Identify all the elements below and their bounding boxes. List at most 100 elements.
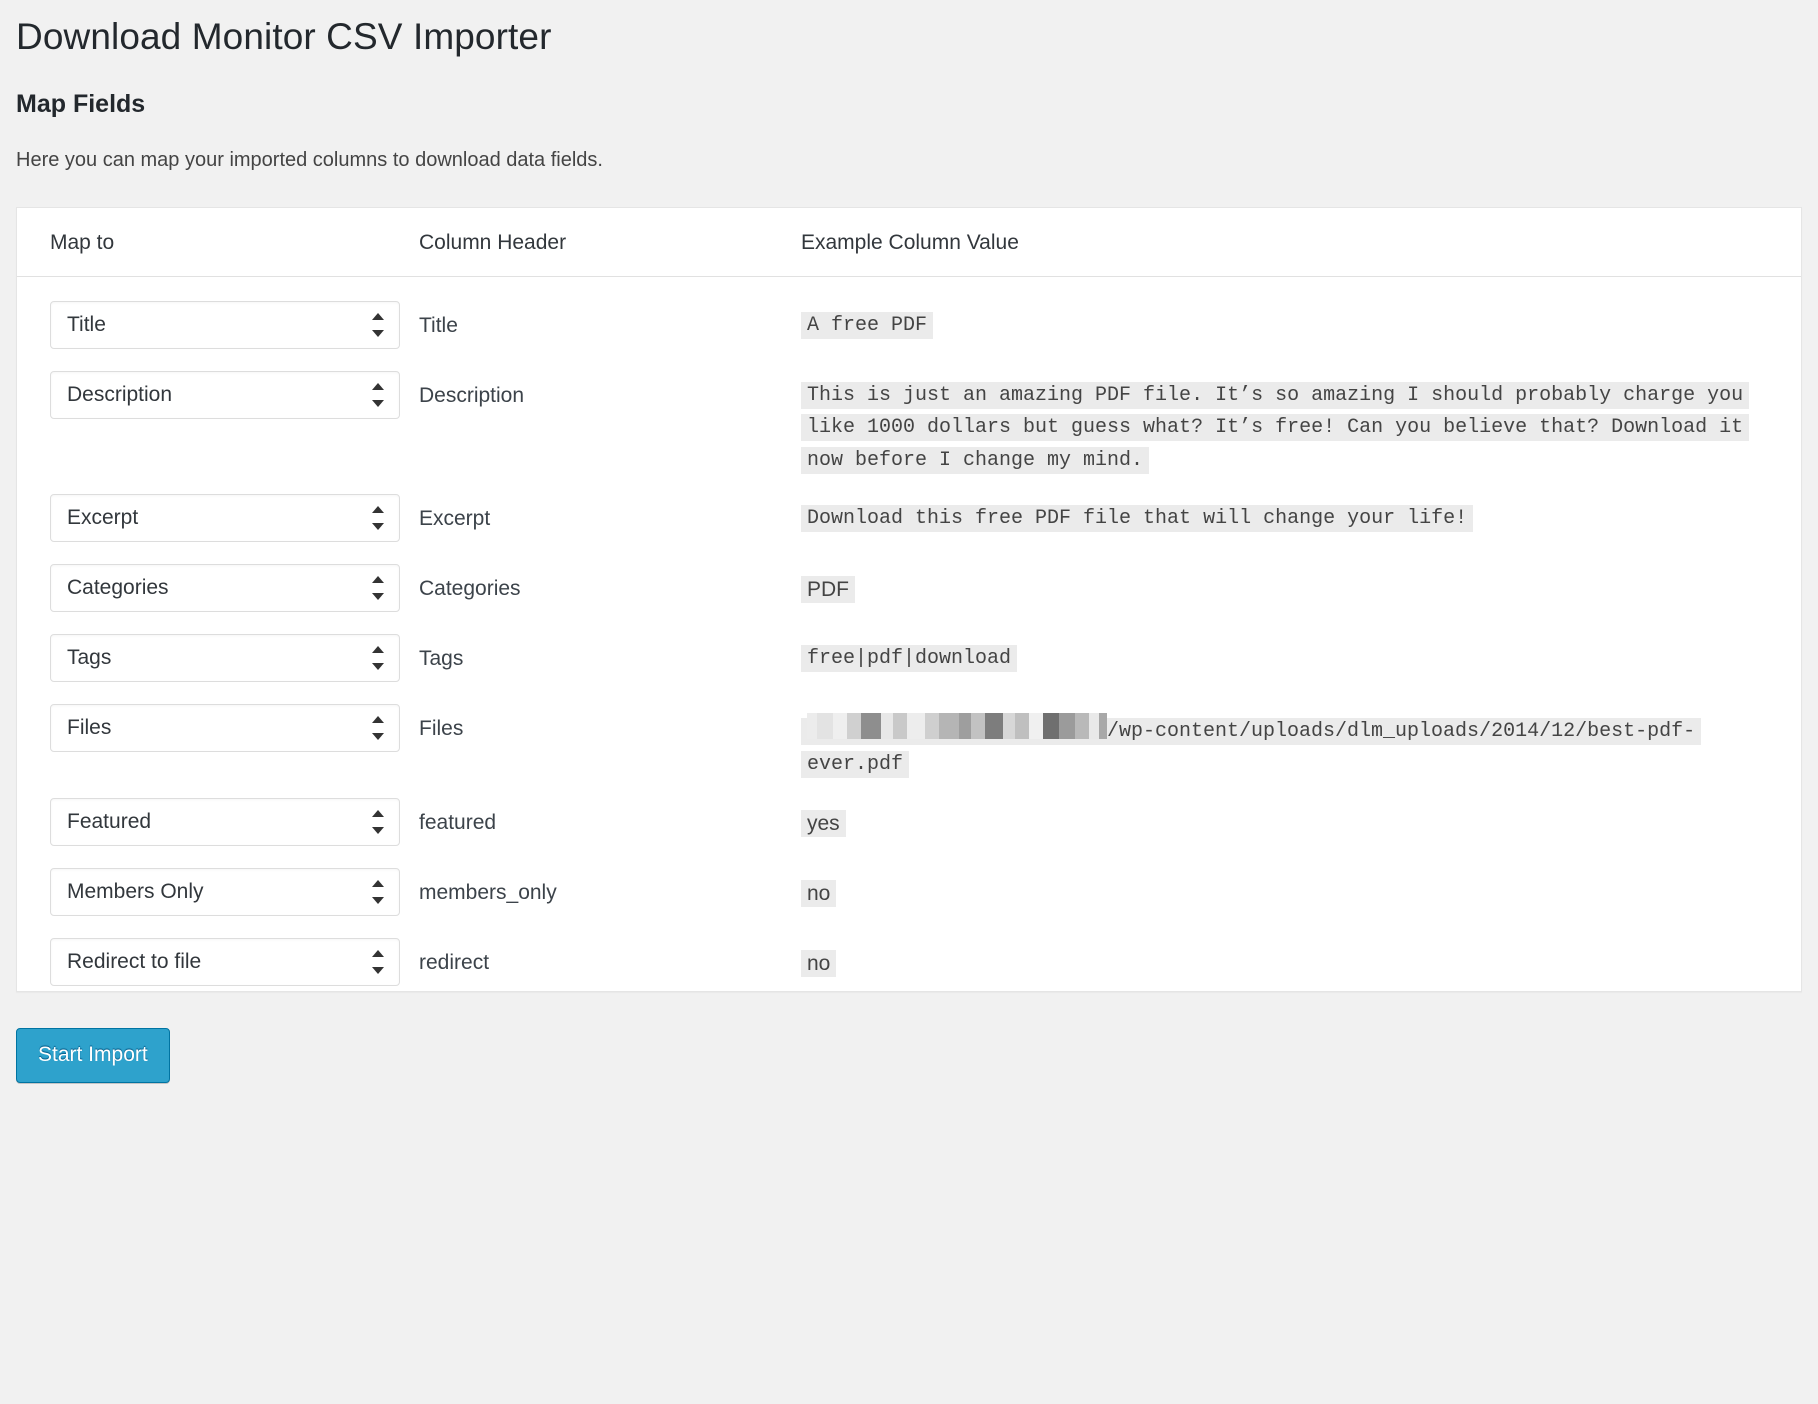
cell-map-to: Categories <box>17 547 419 617</box>
select-updown-arrows-icon <box>372 809 384 835</box>
column-header-name: featured <box>419 811 497 835</box>
example-value: /wp-content/uploads/dlm_uploads/2014/12/… <box>801 713 1702 778</box>
column-header-name: Categories <box>419 577 521 601</box>
table-row: Redirect to file redirect no <box>17 921 1801 991</box>
select-updown-arrows-icon <box>372 879 384 905</box>
map-to-select-value: Excerpt <box>67 506 139 530</box>
column-header-name: Title <box>419 314 458 338</box>
example-value: yes <box>801 810 846 838</box>
example-value: This is just an amazing PDF file. It’s s… <box>801 382 1750 474</box>
map-to-select[interactable]: Excerpt <box>50 494 400 543</box>
example-value: Download this free PDF file that will ch… <box>801 505 1474 533</box>
cell-map-to: Files <box>17 687 419 781</box>
map-to-select[interactable]: Title <box>50 301 400 350</box>
select-updown-arrows-icon <box>372 645 384 671</box>
cell-example-value: free|pdf|download <box>801 617 1801 687</box>
table-row: Files Files/wp-content/uploads/dlm_upload… <box>17 687 1801 781</box>
cell-column-header: featured <box>419 781 801 851</box>
example-value: no <box>801 880 837 908</box>
table-row: Description Description This is just an am… <box>17 354 1801 477</box>
cell-example-value: no <box>801 851 1801 921</box>
map-to-select[interactable]: Files <box>50 704 400 753</box>
map-to-select-value: Categories <box>67 576 169 600</box>
map-fields-panel: Map to Column Header Example Column Valu… <box>16 207 1802 993</box>
map-to-select-value: Featured <box>67 810 152 834</box>
cell-map-to: Excerpt <box>17 477 419 547</box>
cell-example-value: no <box>801 921 1801 991</box>
map-to-select-value: Description <box>67 383 173 407</box>
cell-map-to: Description <box>17 354 419 477</box>
cell-map-to: Featured <box>17 781 419 851</box>
map-to-select[interactable]: Description <box>50 371 400 420</box>
example-value: A free PDF <box>801 312 934 340</box>
cell-column-header: members_only <box>419 851 801 921</box>
cell-map-to: Tags <box>17 617 419 687</box>
table-head: Map to Column Header Example Column Valu… <box>17 208 1801 278</box>
start-import-button[interactable]: Start Import <box>16 1028 170 1084</box>
example-value: PDF <box>801 576 855 604</box>
select-updown-arrows-icon <box>372 312 384 338</box>
map-to-select[interactable]: Tags <box>50 634 400 683</box>
cell-map-to: Redirect to file <box>17 921 419 991</box>
example-value: no <box>801 950 837 978</box>
example-value-wrapper: A free PDF <box>801 301 1783 342</box>
example-value-wrapper: This is just an amazing PDF file. It’s s… <box>801 371 1783 477</box>
example-value-wrapper: yes <box>801 798 1783 841</box>
map-to-select-value: Files <box>67 716 112 740</box>
cell-map-to: Title <box>17 277 419 355</box>
example-value-wrapper: free|pdf|download <box>801 634 1783 675</box>
column-header-name: members_only <box>419 881 557 905</box>
column-header-name: redirect <box>419 951 490 975</box>
select-updown-arrows-icon <box>372 382 384 408</box>
map-to-select-value: Members Only <box>67 880 204 904</box>
cell-column-header: Excerpt <box>419 477 801 547</box>
cell-example-value: PDF <box>801 547 1801 617</box>
map-to-select[interactable]: Members Only <box>50 868 400 917</box>
example-value-wrapper: Download this free PDF file that will ch… <box>801 494 1783 535</box>
cell-example-value: Download this free PDF file that will ch… <box>801 477 1801 547</box>
page-title: Download Monitor CSV Importer <box>16 16 552 57</box>
map-to-select-value: Title <box>67 313 106 337</box>
column-header-name: Excerpt <box>419 507 491 531</box>
admin-page: Download Monitor CSV Importer Map Fields… <box>0 0 1818 1404</box>
cell-example-value: This is just an amazing PDF file. It’s s… <box>801 354 1801 477</box>
select-updown-arrows-icon <box>372 715 384 741</box>
cell-column-header: Description <box>419 354 801 477</box>
select-updown-arrows-icon <box>372 575 384 601</box>
select-updown-arrows-icon <box>372 505 384 531</box>
cell-column-header: Files <box>419 687 801 781</box>
cell-example-value: yes <box>801 781 1801 851</box>
map-to-select-value: Tags <box>67 646 112 670</box>
cell-column-header: redirect <box>419 921 801 991</box>
map-to-select[interactable]: Featured <box>50 798 400 847</box>
example-value-wrapper: PDF <box>801 564 1783 607</box>
cell-column-header: Tags <box>419 617 801 687</box>
cell-example-value: /wp-content/uploads/dlm_uploads/2014/12/… <box>801 687 1801 781</box>
table-body: Title Title A free PDF Description Descripti… <box>17 277 1801 991</box>
map-to-select[interactable]: Redirect to file <box>50 938 400 987</box>
column-header-name: Tags <box>419 647 464 671</box>
column-header-name: Files <box>419 717 464 741</box>
table-row: Excerpt Excerpt Download this free PDF fil… <box>17 477 1801 547</box>
section-description: Here you can map your imported columns t… <box>16 149 603 172</box>
cell-column-header: Title <box>419 277 801 355</box>
map-to-select[interactable]: Categories <box>50 564 400 613</box>
column-header-map-to: Map to <box>17 208 419 278</box>
map-to-select-value: Redirect to file <box>67 950 202 974</box>
table-header-row: Map to Column Header Example Column Valu… <box>17 208 1801 278</box>
example-value-wrapper: no <box>801 868 1783 911</box>
section-title: Map Fields <box>16 90 146 119</box>
table-row: Title Title A free PDF <box>17 277 1801 355</box>
column-header-name: Description <box>419 384 525 408</box>
table-row: Categories Categories PDF <box>17 547 1801 617</box>
column-header-column-header: Column Header <box>419 208 801 278</box>
cell-map-to: Members Only <box>17 851 419 921</box>
example-value-wrapper: no <box>801 938 1783 981</box>
table-row: Members Only members_only no <box>17 851 1801 921</box>
example-value-wrapper: /wp-content/uploads/dlm_uploads/2014/12/… <box>801 704 1783 781</box>
example-value: free|pdf|download <box>801 645 1018 673</box>
redacted-domain-blur <box>807 713 1107 740</box>
column-header-example-value: Example Column Value <box>801 208 1801 278</box>
table-row: Tags Tags free|pdf|download <box>17 617 1801 687</box>
cell-example-value: A free PDF <box>801 277 1801 355</box>
